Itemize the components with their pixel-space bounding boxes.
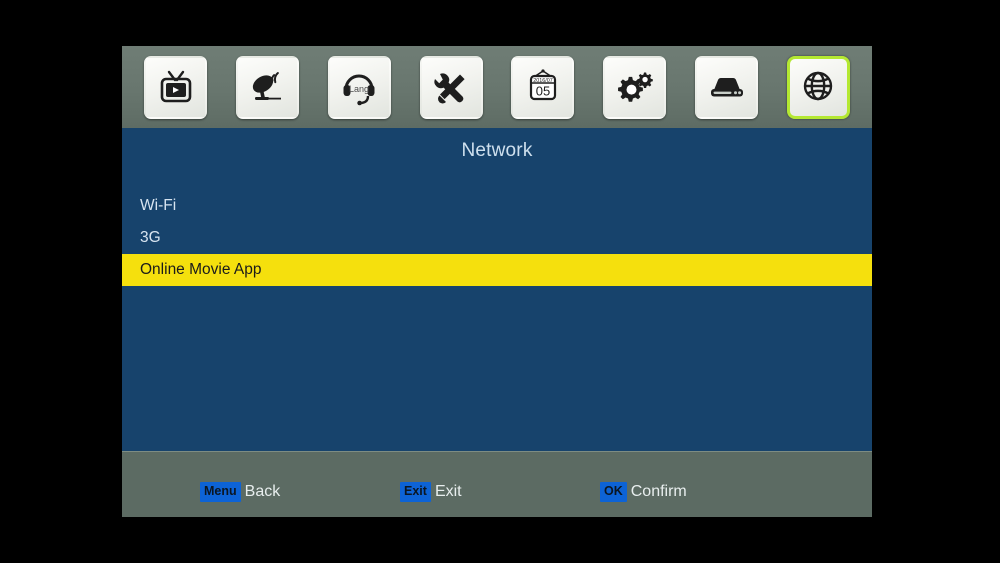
key-hint-back[interactable]: Menu Back [200, 482, 280, 502]
gears-icon [615, 67, 655, 107]
menu-icon-language[interactable]: Lang [327, 55, 391, 119]
tools-icon [431, 67, 471, 107]
menu-icon-media[interactable] [695, 55, 759, 119]
menu-icon-system-setup[interactable] [603, 55, 667, 119]
key-label-back: Back [244, 483, 281, 500]
tv-screen: Lang 2016/07 05 Network Wi-Fi 3G Online … [0, 0, 1000, 563]
calendar-icon: 2016/07 05 [523, 67, 563, 107]
key-hint-bar: Menu Back Exit Exit OK Confirm [122, 451, 872, 517]
headset-lang-icon: Lang [339, 67, 379, 107]
main-menu-icon-bar: Lang 2016/07 05 [122, 46, 872, 128]
tv-icon [156, 67, 196, 107]
key-hint-confirm[interactable]: OK Confirm [600, 482, 687, 502]
key-badge-ok: OK [600, 482, 627, 502]
satellite-icon [247, 67, 287, 107]
page-title: Network [461, 140, 533, 161]
key-hint-exit[interactable]: Exit Exit [400, 482, 462, 502]
menu-icon-tv[interactable] [144, 55, 207, 119]
network-menu-list: Wi-Fi 3G Online Movie App [122, 190, 872, 286]
key-label-confirm: Confirm [630, 483, 687, 500]
calendar-day-text: 05 [536, 84, 550, 99]
menu-icon-network[interactable] [786, 55, 850, 119]
list-item-online-movie-app[interactable]: Online Movie App [122, 254, 872, 286]
list-item-3g[interactable]: 3G [122, 222, 872, 254]
menu-icon-installation[interactable] [235, 55, 299, 119]
harddrive-icon [707, 67, 747, 107]
key-badge-menu: Menu [200, 482, 241, 502]
menu-icon-timer[interactable]: 2016/07 05 [511, 55, 575, 119]
stb-ui-panel: Lang 2016/07 05 Network Wi-Fi 3G Online … [122, 46, 872, 517]
key-badge-exit: Exit [400, 482, 431, 502]
globe-icon [798, 67, 838, 107]
key-label-exit: Exit [434, 483, 462, 500]
list-item-wifi[interactable]: Wi-Fi [122, 190, 872, 222]
headset-lang-text: Lang [349, 84, 369, 94]
menu-icon-tools[interactable] [419, 55, 483, 119]
